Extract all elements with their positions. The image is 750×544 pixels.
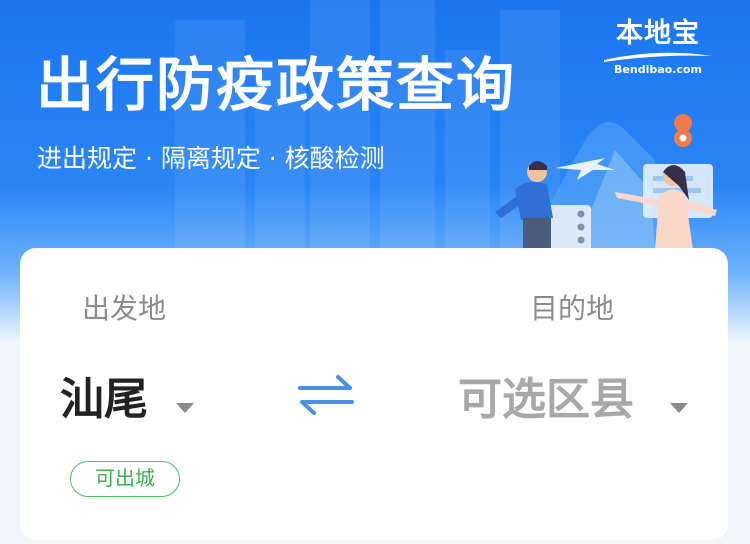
travelers-illustration <box>495 114 717 252</box>
status-badge: 可出城 <box>70 461 180 497</box>
destination-district-select[interactable]: 可选区县 <box>458 372 634 428</box>
skyline-building <box>380 0 435 260</box>
bendibao-logo[interactable]: 本地宝 Bendibao.com <box>598 18 718 78</box>
logo-swoosh-icon <box>604 52 712 62</box>
origin-label: 出发地 <box>82 292 167 325</box>
route-query-card: 出发地 目的地 汕尾 可选区县 可出城 <box>20 248 728 540</box>
logo-domain: Bendibao.com <box>614 63 702 76</box>
destination-label: 目的地 <box>530 292 615 325</box>
chevron-down-icon[interactable] <box>176 403 194 413</box>
skyline-building <box>310 0 370 260</box>
page-subtitle: 进出规定 · 隔离规定 · 核酸检测 <box>37 144 385 173</box>
logo-text: 本地宝 <box>616 18 700 49</box>
chevron-down-icon[interactable] <box>670 403 688 413</box>
origin-city-select[interactable]: 汕尾 <box>60 372 148 428</box>
page-title: 出行防疫政策查询 <box>36 51 517 119</box>
swap-arrows-icon[interactable] <box>296 372 356 418</box>
